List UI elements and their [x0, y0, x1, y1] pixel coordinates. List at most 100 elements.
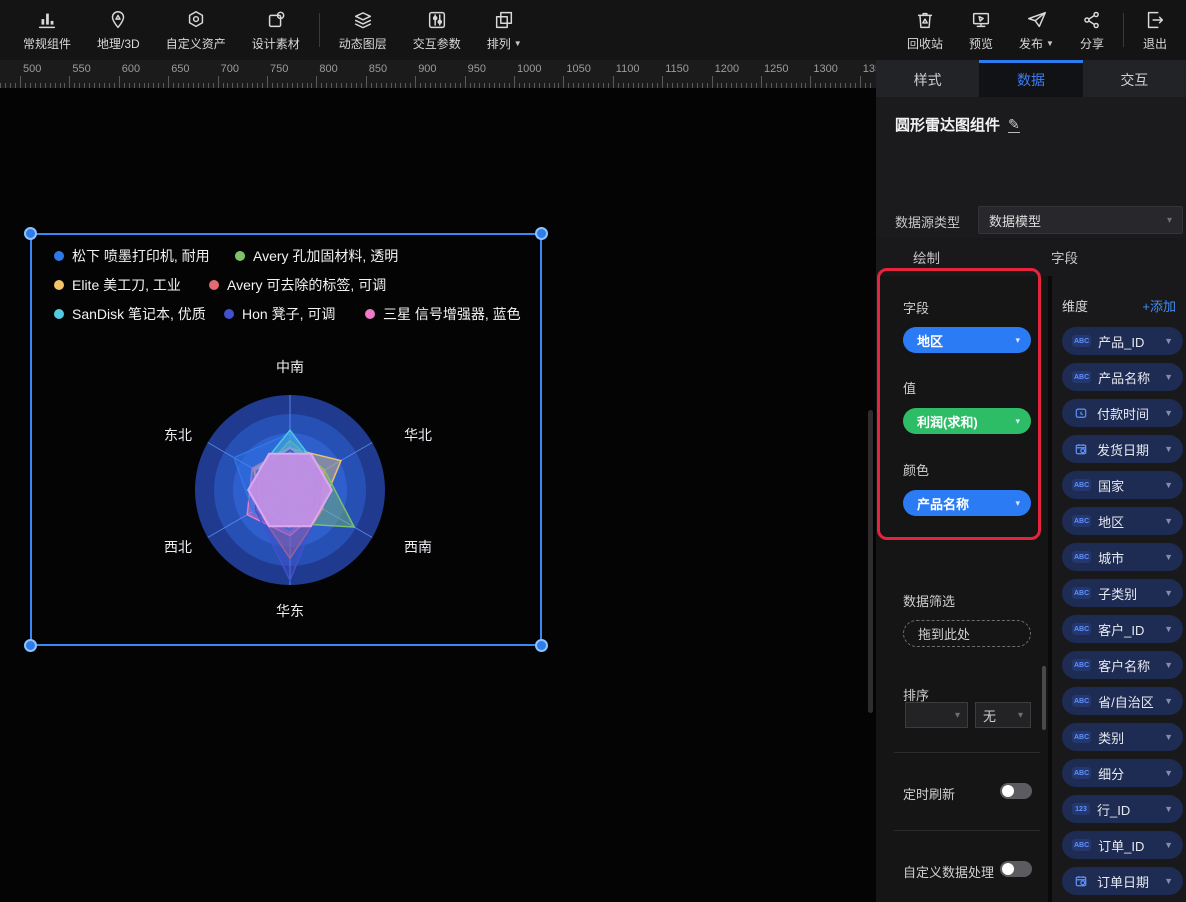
dimension-field-item[interactable]: ABC细分▼ — [1062, 759, 1183, 787]
dimension-field-item[interactable]: ABC客户名称▼ — [1062, 651, 1183, 679]
panel-vertical-scrollbar[interactable] — [1042, 666, 1046, 730]
radar-axis-label: 华北 — [404, 427, 432, 443]
bar-chart-icon — [35, 8, 59, 32]
map-pin-icon — [106, 8, 130, 32]
toolbar-button-publish[interactable]: 发布▼ — [1006, 0, 1067, 60]
dimension-field-item[interactable]: ABC城市▼ — [1062, 543, 1183, 571]
ruler-label: 1200 — [715, 63, 739, 75]
toolbar-button-interaction-params[interactable]: 交互参数 — [400, 0, 474, 60]
sort-field-select[interactable]: ▾ — [905, 702, 968, 728]
text-field-icon: ABC — [1072, 731, 1091, 743]
design-asset-icon — [264, 8, 288, 32]
hexagon-icon — [184, 8, 208, 32]
dimension-field-item[interactable]: ABC类别▼ — [1062, 723, 1183, 751]
dimension-field-name: 订单_ID — [1098, 836, 1144, 855]
dimension-field-item[interactable]: ABC客户_ID▼ — [1062, 615, 1183, 643]
dimension-field-item[interactable]: 订单日期▼ — [1062, 867, 1183, 895]
toolbar-button-label: 常规组件 — [23, 35, 71, 52]
field-label: 字段 — [903, 298, 929, 317]
toolbar-button-design-materials[interactable]: 设计素材 — [239, 0, 313, 60]
settings-panel: 样式数据交互 圆形雷达图组件 ✎ 数据源类型 数据模型 ▾ 模型 超市500 ▾… — [876, 60, 1186, 902]
subtab-fields[interactable]: 字段 — [1051, 247, 1078, 267]
toolbar-button-arrange[interactable]: 排列▼ — [474, 0, 535, 60]
toolbar-button-share[interactable]: 分享 — [1067, 0, 1117, 60]
chevron-down-icon: ▼ — [1164, 876, 1173, 886]
ruler-label: 900 — [418, 63, 436, 75]
chevron-down-icon: ▼ — [1164, 480, 1173, 490]
dimension-field-item[interactable]: ABC地区▼ — [1062, 507, 1183, 535]
dimension-field-name: 省/自治区 — [1098, 692, 1154, 711]
canvas-vertical-scrollbar[interactable] — [868, 410, 873, 713]
toolbar-button-label: 交互参数 — [413, 35, 461, 52]
panel-subtab-header: 绘制 字段 — [876, 238, 1186, 276]
dimension-field-name: 产品_ID — [1098, 332, 1144, 351]
toolbar-button-geo-3d[interactable]: 地理/3D — [84, 0, 153, 60]
toolbar-button-label: 动态图层 — [339, 35, 387, 52]
text-field-icon: ABC — [1072, 371, 1091, 383]
chevron-down-icon: ▼ — [1164, 588, 1173, 598]
toolbar-button-custom-assets[interactable]: 自定义资产 — [153, 0, 239, 60]
datasource-type-select[interactable]: 数据模型 ▾ — [978, 206, 1183, 234]
chevron-down-icon: ▼ — [1164, 768, 1173, 778]
toolbar-button-label: 自定义资产 — [166, 35, 226, 52]
sliders-icon — [425, 8, 449, 32]
text-field-icon: ABC — [1072, 695, 1091, 707]
ruler-label: 1150 — [665, 63, 689, 75]
radar-axis-label: 西南 — [404, 539, 432, 555]
panel-tab-数据[interactable]: 数据 — [979, 60, 1082, 97]
custom-processing-toggle[interactable] — [1000, 861, 1032, 877]
dimension-field-item[interactable]: 付款时间▼ — [1062, 399, 1183, 427]
toolbar-button-regular-components[interactable]: 常规组件 — [10, 0, 84, 60]
dimension-field-item[interactable]: ABC产品名称▼ — [1062, 363, 1183, 391]
chevron-down-icon: ▾ — [1015, 416, 1020, 427]
dimension-field-item[interactable]: ABC国家▼ — [1062, 471, 1183, 499]
ruler-label: 500 — [23, 63, 41, 75]
data-filter-label: 数据筛选 — [903, 591, 955, 610]
editor-canvas[interactable]: 松下 喷墨打印机, 耐用Avery 孔加固材料, 透明Elite 美工刀, 工业… — [0, 88, 876, 902]
text-field-icon: ABC — [1072, 587, 1091, 599]
number-field-icon: 123 — [1072, 803, 1090, 815]
data-filter-dropzone[interactable]: 拖到此处 — [903, 620, 1031, 647]
toolbar-button-exit[interactable]: 退出 — [1130, 0, 1180, 60]
radar-axis-label: 东北 — [164, 427, 192, 443]
radar-axis-label: 中南 — [276, 359, 304, 375]
toolbar-button-label: 退出 — [1143, 35, 1167, 52]
dimension-field-item[interactable]: 123行_ID▼ — [1062, 795, 1183, 823]
toolbar-button-preview[interactable]: 预览 — [956, 0, 1006, 60]
panel-tab-交互[interactable]: 交互 — [1083, 60, 1186, 97]
timed-refresh-toggle[interactable] — [1000, 783, 1032, 799]
radar-chart-component[interactable]: 松下 喷墨打印机, 耐用Avery 孔加固材料, 透明Elite 美工刀, 工业… — [30, 233, 542, 646]
dimension-field-name: 城市 — [1098, 548, 1124, 567]
text-field-icon: ABC — [1072, 551, 1091, 563]
dimension-field-item[interactable]: ABC省/自治区▼ — [1062, 687, 1183, 715]
panel-tab-样式[interactable]: 样式 — [876, 60, 979, 97]
value-dropdown[interactable]: 利润(求和) ▾ — [903, 408, 1031, 434]
field-dropdown[interactable]: 地区 ▾ — [903, 327, 1031, 353]
chevron-down-icon: ▼ — [1164, 336, 1173, 346]
dimension-field-name: 行_ID — [1097, 800, 1130, 819]
toolbar-left-group: 常规组件地理/3D 自定义资产设计素材动态图层 交互参数排列▼ — [0, 0, 535, 60]
date-field-icon — [1072, 875, 1090, 887]
ruler-label: 1350 — [863, 63, 876, 75]
dimension-field-name: 子类别 — [1098, 584, 1137, 603]
dimension-field-name: 客户_ID — [1098, 620, 1144, 639]
sort-order-select[interactable]: 无 ▾ — [975, 702, 1031, 728]
subtab-draw[interactable]: 绘制 — [913, 247, 940, 267]
radar-axis-label: 华东 — [276, 603, 304, 619]
toolbar-button-dynamic-layers[interactable]: 动态图层 — [326, 0, 400, 60]
dimension-field-item[interactable]: 发货日期▼ — [1062, 435, 1183, 463]
ruler-label: 1100 — [616, 63, 640, 75]
text-field-icon: ABC — [1072, 335, 1091, 347]
dimension-field-item[interactable]: ABC 产品_ID ▼ — [1062, 327, 1183, 355]
edit-title-icon[interactable]: ✎ — [1008, 117, 1020, 133]
dimension-field-name: 客户名称 — [1098, 656, 1150, 675]
add-dimension-button[interactable]: +添加 — [1142, 296, 1176, 315]
paper-plane-icon — [1025, 8, 1049, 32]
fields-column: 维度 +添加 ABC产品_ID▼ABC产品名称▼付款时间▼发货日期▼ABC国家▼… — [1052, 276, 1186, 902]
ruler-label: 850 — [369, 63, 387, 75]
dimension-field-item[interactable]: ABC订单_ID▼ — [1062, 831, 1183, 859]
toolbar-button-recycle-bin[interactable]: 回收站 — [894, 0, 956, 60]
dimension-field-item[interactable]: ABC 子类别 ▼ — [1062, 579, 1183, 607]
caret-down-icon: ▼ — [514, 39, 522, 48]
color-dropdown[interactable]: 产品名称 ▾ — [903, 490, 1031, 516]
